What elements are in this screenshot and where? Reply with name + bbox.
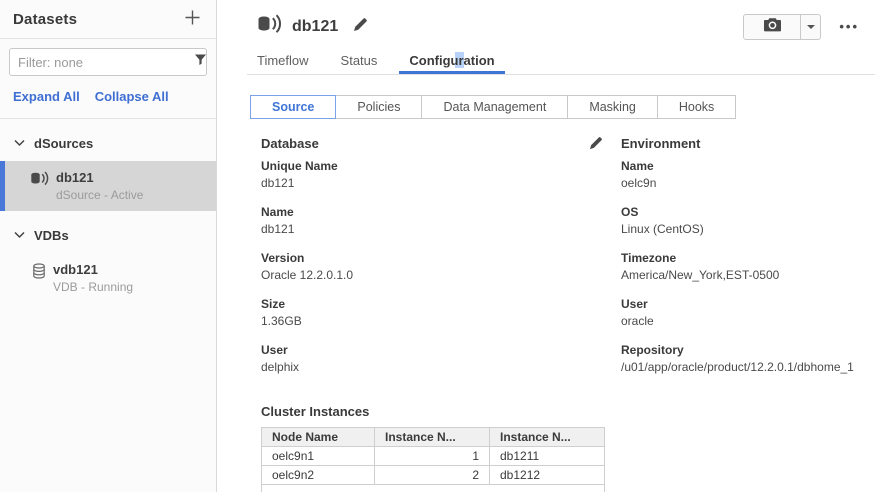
page-title: db121 [292,18,338,36]
tab-bar: Timeflow Status Configuration [247,47,875,75]
snapshot-split-button [743,14,821,40]
field-os: OS Linux (CentOS) [621,205,875,236]
dataset-status: VDB - Running [53,280,133,294]
dsource-icon [257,14,282,39]
datasets-sidebar: Datasets Expand All Collapse All dSource… [0,0,217,492]
column-header-node-name: Node Name [262,428,375,447]
cell-node-name: oelc9n2 [262,466,375,485]
subtab-data-management[interactable]: Data Management [422,95,568,119]
tree-controls: Expand All Collapse All [0,76,216,119]
configuration-subtabs: Source Policies Data Management Masking … [250,95,875,119]
cell-node-name: oelc9n1 [262,447,375,466]
subtab-hooks[interactable]: Hooks [658,95,736,119]
field-version: Version Oracle 12.2.0.1.0 [261,251,621,282]
subtab-masking[interactable]: Masking [568,95,658,119]
dataset-name: vdb121 [53,262,133,277]
column-header-instance-number: Instance N... [375,428,490,447]
main-panel: db121 [217,0,875,492]
section-label: VDBs [34,228,69,243]
cell-instance-name: db1212 [490,466,605,485]
database-section: Database Unique Name db121 Name db121 Ve… [261,136,621,389]
camera-icon [763,17,782,37]
tab-timeflow[interactable]: Timeflow [247,47,319,74]
field-env-user: User oracle [621,297,875,328]
filter-funnel-icon[interactable] [194,53,207,71]
dataset-name: db121 [56,170,143,185]
table-empty-row [262,485,605,492]
tab-configuration[interactable]: Configuration [399,47,504,74]
sidebar-header: Datasets [0,0,216,39]
cluster-instances-table: Node Name Instance N... Instance N... oe… [261,427,605,492]
header-actions: ••• [743,14,867,40]
environment-heading: Environment [621,136,875,151]
environment-section: Environment Name oelc9n OS Linux (CentOS… [621,136,875,389]
cell-instance-number: 1 [375,447,490,466]
vdb-icon [32,263,46,284]
dsource-icon [30,171,49,191]
table-row: oelc9n1 1 db1211 [262,447,605,466]
tab-status[interactable]: Status [331,47,388,74]
snapshot-dropdown-button[interactable] [800,15,820,39]
cluster-instances-heading: Cluster Instances [261,404,875,419]
source-details: Database Unique Name db121 Name db121 Ve… [261,136,875,389]
table-header-row: Node Name Instance N... Instance N... [262,428,605,447]
field-unique-name: Unique Name db121 [261,159,621,190]
subtab-policies[interactable]: Policies [336,95,422,119]
more-options-button[interactable]: ••• [839,20,859,33]
column-header-instance-name: Instance N... [490,428,605,447]
collapse-all-link[interactable]: Collapse All [95,89,169,104]
field-timezone: Timezone America/New_York,EST-0500 [621,251,875,282]
plus-icon [184,9,201,29]
section-label: dSources [34,136,93,151]
dataset-filter-box [9,48,207,76]
pencil-icon[interactable] [353,17,368,37]
chevron-down-icon [14,134,25,152]
sidebar-item-vdb121[interactable]: vdb121 VDB - Running [0,253,216,303]
main-header: db121 [217,0,875,47]
expand-all-link[interactable]: Expand All [13,89,80,104]
cluster-instances-section: Cluster Instances Node Name Instance N..… [261,404,875,492]
cell-instance-name: db1211 [490,447,605,466]
app-window: Datasets Expand All Collapse All dSource… [0,0,875,492]
table-row: oelc9n2 2 db1212 [262,466,605,485]
field-repository: Repository /u01/app/oracle/product/12.2.… [621,343,875,374]
chevron-down-icon [14,226,25,244]
subtab-source[interactable]: Source [250,95,336,119]
database-heading: Database [261,136,319,151]
add-dataset-button[interactable] [182,7,203,31]
cell-instance-number: 2 [375,466,490,485]
field-env-name: Name oelc9n [621,159,875,190]
dataset-status: dSource - Active [56,188,143,202]
field-db-user: User delphix [261,343,621,374]
field-size: Size 1.36GB [261,297,621,328]
dataset-filter-input[interactable] [18,55,194,70]
field-name: Name db121 [261,205,621,236]
camera-button[interactable] [744,15,800,39]
sidebar-item-db121[interactable]: db121 dSource - Active [0,161,216,211]
sidebar-section-dsources[interactable]: dSources [0,119,216,161]
sidebar-title: Datasets [13,11,77,28]
pencil-icon[interactable] [589,136,603,155]
caret-down-icon [807,25,815,29]
sidebar-section-vdbs[interactable]: VDBs [0,211,216,253]
